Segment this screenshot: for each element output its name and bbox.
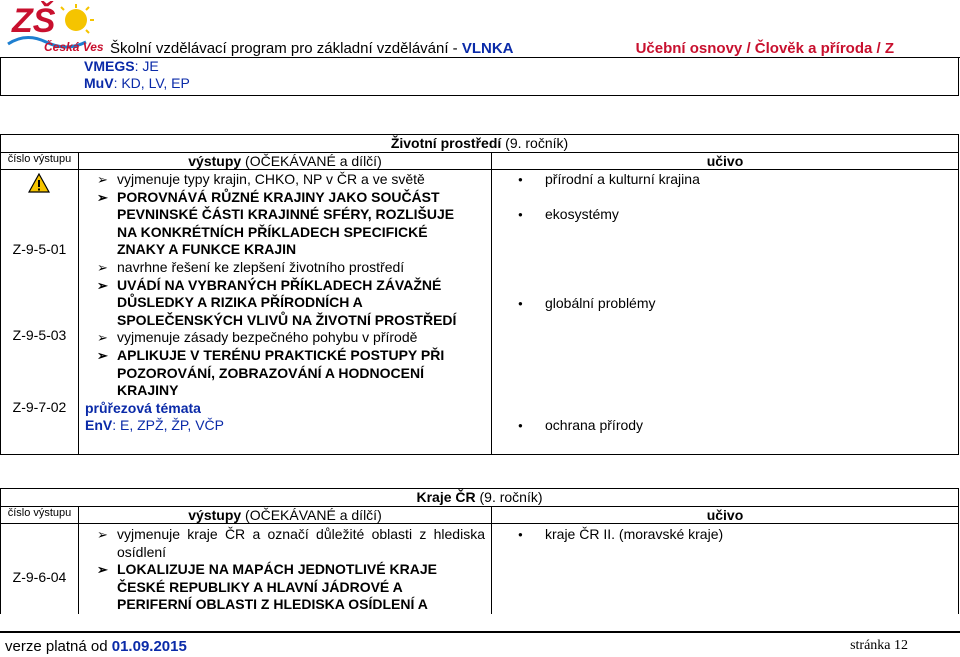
codes-cell: Z-9-5-01 Z-9-5-03 Z-9-7-02 <box>0 169 79 455</box>
content-cell: kraje ČR II. (moravské kraje) <box>491 522 959 614</box>
outputs-cell: vyjmenuje typy krajin, CHKO, NP v ČR a v… <box>78 169 492 455</box>
subject-title: Učební osnovy / Člověk a příroda / Z <box>635 40 894 57</box>
content-item: globální problémy <box>492 295 958 313</box>
program-title: Školní vzdělávací program pro základní v… <box>110 40 514 57</box>
themes-value: EnV: E, ZPŽ, ŽP, VČP <box>85 417 225 434</box>
col-outputs-header: výstupy (OČEKÁVANÉ a dílčí) <box>78 152 492 170</box>
table-regions: Kraje ČR (9. ročník) číslo výstupu výstu… <box>0 488 959 614</box>
content-item: ochrana přírody <box>492 417 958 435</box>
output-item: vyjmenuje kraje ČR a označí důležité obl… <box>79 526 491 561</box>
content-item: kraje ČR II. (moravské kraje) <box>492 526 958 544</box>
footer-divider <box>0 631 960 633</box>
program-name: VLNKA <box>461 40 514 57</box>
footer-page: stránka 12 <box>850 638 908 653</box>
warning-icon <box>28 173 50 193</box>
table-environment: Životní prostředí (9. ročník) číslo výst… <box>0 134 959 455</box>
footer-version: verze platná od 01.09.2015 <box>5 638 187 655</box>
table2-title: Kraje ČR <box>416 489 476 505</box>
col-outputs-header: výstupy (OČEKÁVANÉ a dílčí) <box>78 506 492 524</box>
output-item: navrhne řešení ke zlepšení životního pro… <box>79 259 491 277</box>
code-item: Z-9-6-04 <box>12 569 67 585</box>
content-cell: přírodní a kulturní krajina ekosystémy g… <box>491 169 959 455</box>
code-item: Z-9-5-01 <box>12 241 67 257</box>
vmegs-line: VMEGS: JE <box>84 58 159 74</box>
code-item: Z-9-7-02 <box>12 399 67 415</box>
col-code-header: číslo výstupu <box>0 506 79 524</box>
output-item: UVÁDÍ NA VYBRANÝCH PŘÍKLADECH ZÁVAŽNÉ DŮ… <box>79 277 491 330</box>
col-content-header: učivo <box>491 152 959 170</box>
outputs-cell: vyjmenuje kraje ČR a označí důležité obl… <box>78 522 492 614</box>
muv-line: MuV: KD, LV, EP <box>84 75 190 91</box>
output-item: LOKALIZUJE NA MAPÁCH JEDNOTLIVÉ KRAJE ČE… <box>79 561 491 614</box>
crosscut-box: VMEGS: JE MuV: KD, LV, EP <box>0 58 959 96</box>
output-item: vyjmenuje typy krajin, CHKO, NP v ČR a v… <box>79 171 491 189</box>
code-item: Z-9-5-03 <box>12 327 67 343</box>
content-item: přírodní a kulturní krajina <box>492 171 958 189</box>
codes-cell: Z-9-6-04 <box>0 522 79 614</box>
logo-text: ZŠ <box>12 2 56 40</box>
table1-title: Životní prostředí <box>390 135 502 151</box>
themes-label: průřezová témata <box>85 399 201 416</box>
content-item: ekosystémy <box>492 206 958 224</box>
output-item: vyjmenuje zásady bezpečného pohybu v pří… <box>79 329 491 347</box>
output-item: APLIKUJE V TERÉNU PRAKTICKÉ POSTUPY PŘI … <box>79 347 491 400</box>
output-item: POROVNÁVÁ RŮZNÉ KRAJINY JAKO SOUČÁST PEV… <box>79 189 491 259</box>
col-code-header: číslo výstupu <box>0 152 79 170</box>
school-logo: ZŠ Česká Ves <box>6 2 104 56</box>
logo-subtext: Česká Ves <box>44 40 104 54</box>
col-content-header: učivo <box>491 506 959 524</box>
